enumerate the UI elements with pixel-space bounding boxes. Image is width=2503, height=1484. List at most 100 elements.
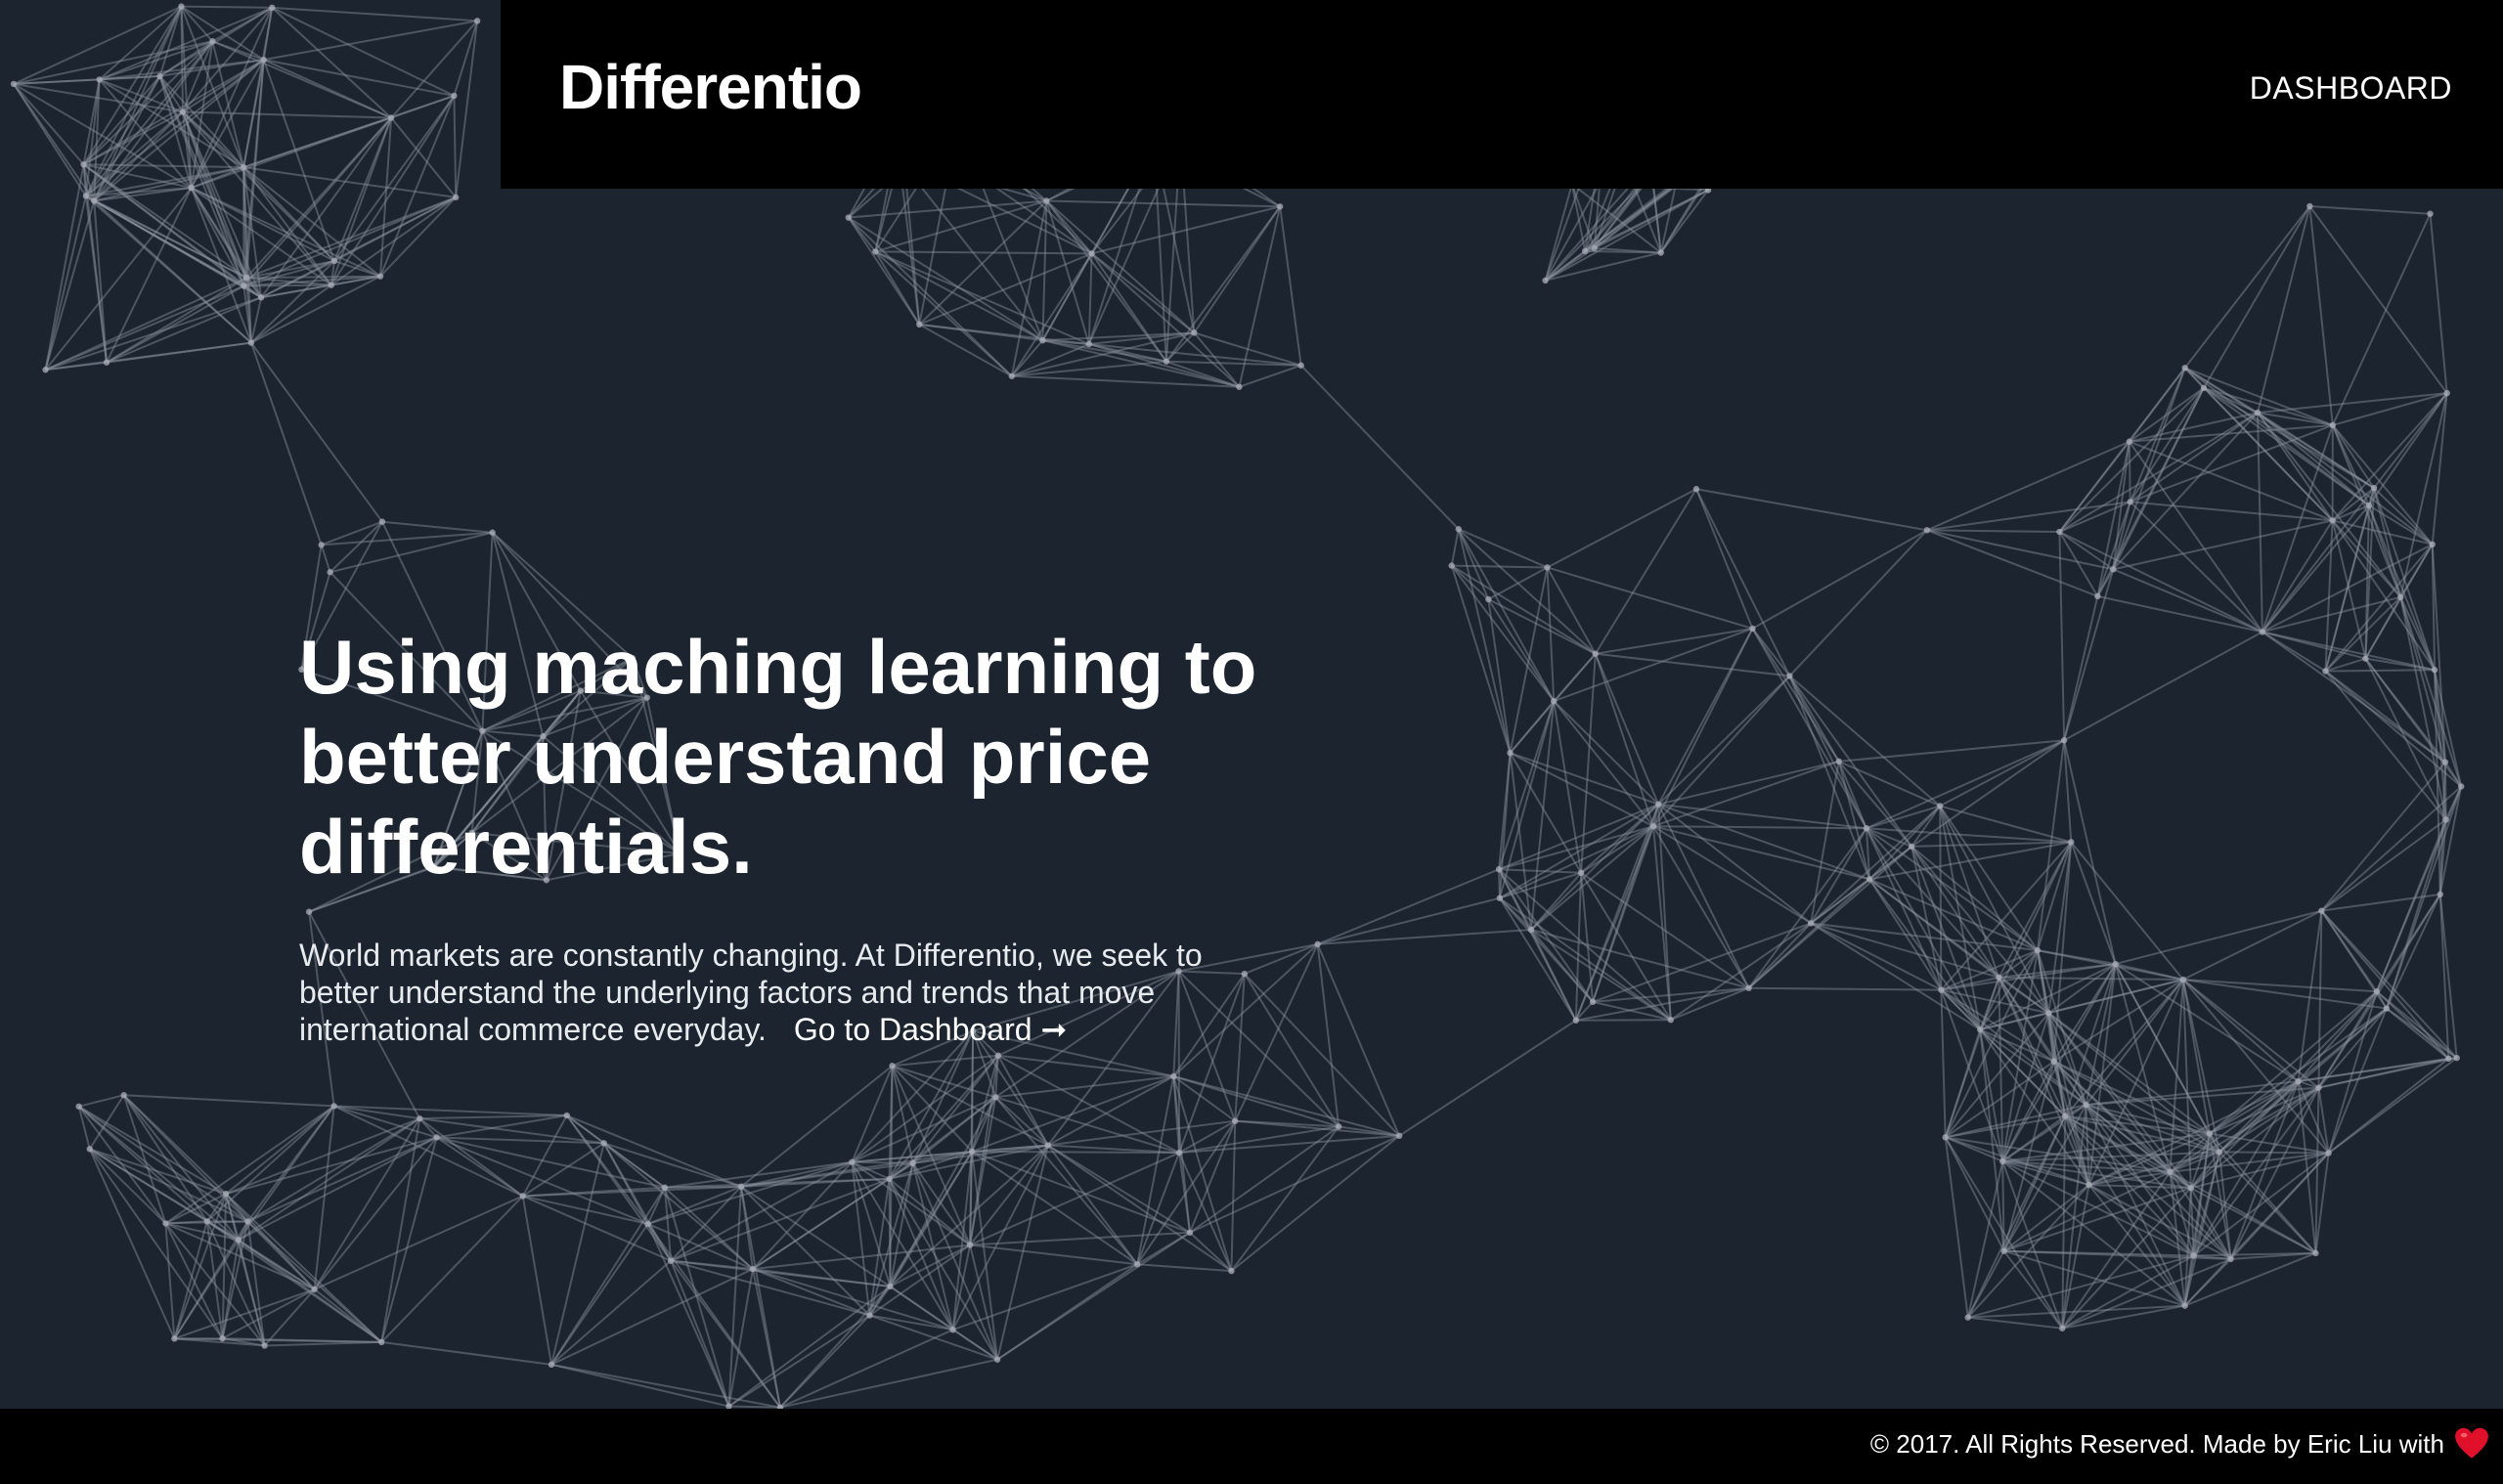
network-node <box>1936 803 1944 809</box>
network-node <box>2329 517 2336 524</box>
network-link <box>911 1162 954 1331</box>
network-node <box>82 193 90 199</box>
network-node <box>242 274 250 282</box>
network-link <box>1670 922 1812 1022</box>
network-node <box>1550 697 1558 705</box>
network-node <box>2127 499 2133 505</box>
network-node <box>1448 562 1455 569</box>
network-link <box>2331 392 2448 522</box>
network-node <box>261 1342 268 1349</box>
network-node <box>1938 986 1945 993</box>
network-link <box>2332 392 2447 426</box>
network-node <box>2453 1054 2460 1062</box>
footer-copyright: © 2017. All Rights Reserved. Made by Eri… <box>1869 1428 2444 1459</box>
network-node <box>75 1103 82 1110</box>
network-link <box>972 1150 1180 1155</box>
network-link <box>419 1114 567 1120</box>
network-node <box>2383 1005 2391 1012</box>
network-node <box>1228 1267 1235 1275</box>
network-link <box>453 95 458 197</box>
network-link <box>1967 1316 2063 1330</box>
network-link <box>1652 825 1866 830</box>
network-node <box>1133 1261 1141 1268</box>
network-node <box>473 18 481 24</box>
network-node <box>1581 247 1589 255</box>
network-link <box>550 1143 605 1366</box>
network-link <box>2203 205 2311 389</box>
network-link <box>2097 594 2263 633</box>
network-node <box>451 92 458 100</box>
network-node <box>1175 1149 1183 1157</box>
network-link <box>1547 566 1753 630</box>
network-link <box>521 1196 552 1365</box>
network-node <box>162 1220 169 1227</box>
go-to-dashboard-link[interactable]: Go to Dashboard ➞ <box>794 1012 1067 1047</box>
network-link <box>1547 488 1697 569</box>
network-link <box>2309 204 2431 215</box>
network-node <box>1163 358 1170 365</box>
network-link <box>2331 213 2432 426</box>
network-node <box>2216 1149 2223 1156</box>
network-link <box>2429 213 2448 394</box>
nav-dashboard-link[interactable]: DASHBOARD <box>2250 70 2452 107</box>
network-node <box>667 1257 675 1264</box>
network-node <box>86 1146 93 1153</box>
network-link <box>1451 564 1597 655</box>
network-node <box>1395 1132 1403 1140</box>
network-link <box>1299 365 1460 530</box>
network-link <box>271 6 455 97</box>
network-link <box>1279 206 1302 366</box>
network-node <box>2373 987 2381 995</box>
network-node <box>2312 1249 2319 1257</box>
network-link <box>313 1136 438 1290</box>
network-node <box>1191 329 1198 336</box>
network-link <box>1810 922 1999 979</box>
network-link <box>1998 976 2183 982</box>
network-link <box>1652 825 1870 881</box>
network-node <box>1232 1117 1239 1124</box>
network-node <box>318 542 325 548</box>
network-node <box>1866 876 1873 883</box>
network-node <box>737 1183 745 1191</box>
network-node <box>1527 926 1535 934</box>
network-node <box>120 1092 127 1099</box>
network-node <box>2431 667 2438 674</box>
network-link <box>2063 595 2099 741</box>
network-node <box>1996 974 2002 982</box>
brand-logo[interactable]: Differentio <box>559 51 862 123</box>
network-node <box>1923 527 1931 534</box>
network-link <box>1011 360 1167 377</box>
network-link <box>848 216 1043 342</box>
network-link <box>88 1148 224 1339</box>
network-node <box>1749 625 1756 633</box>
network-link <box>329 520 383 573</box>
network-link <box>314 1288 382 1343</box>
hero-section: Using maching learning to better underst… <box>299 622 1394 1048</box>
network-link <box>2325 669 2436 673</box>
network-node <box>1654 801 1662 807</box>
network-link <box>851 1029 974 1163</box>
network-link <box>1047 1075 1174 1147</box>
network-link <box>1657 628 1754 806</box>
network-link <box>2184 367 2334 426</box>
network-link <box>1866 739 2065 830</box>
network-node <box>1455 526 1462 533</box>
network-link <box>2257 392 2447 415</box>
network-node <box>548 1361 555 1369</box>
network-link <box>225 1193 382 1343</box>
network-node <box>311 1286 318 1293</box>
network-link <box>1499 803 1659 899</box>
network-node <box>949 1326 956 1333</box>
network-node <box>644 1220 651 1228</box>
network-node <box>2187 1185 2194 1192</box>
network-node <box>378 518 386 525</box>
network-link <box>1652 675 1791 827</box>
hero-description-text: World markets are constantly changing. A… <box>299 938 1203 1047</box>
network-node <box>330 1103 337 1110</box>
network-node <box>2126 438 2133 445</box>
network-node <box>260 56 267 64</box>
network-link <box>2297 1080 2317 1253</box>
network-node <box>1039 336 1046 344</box>
network-node <box>257 294 265 301</box>
network-link <box>1810 922 1942 991</box>
